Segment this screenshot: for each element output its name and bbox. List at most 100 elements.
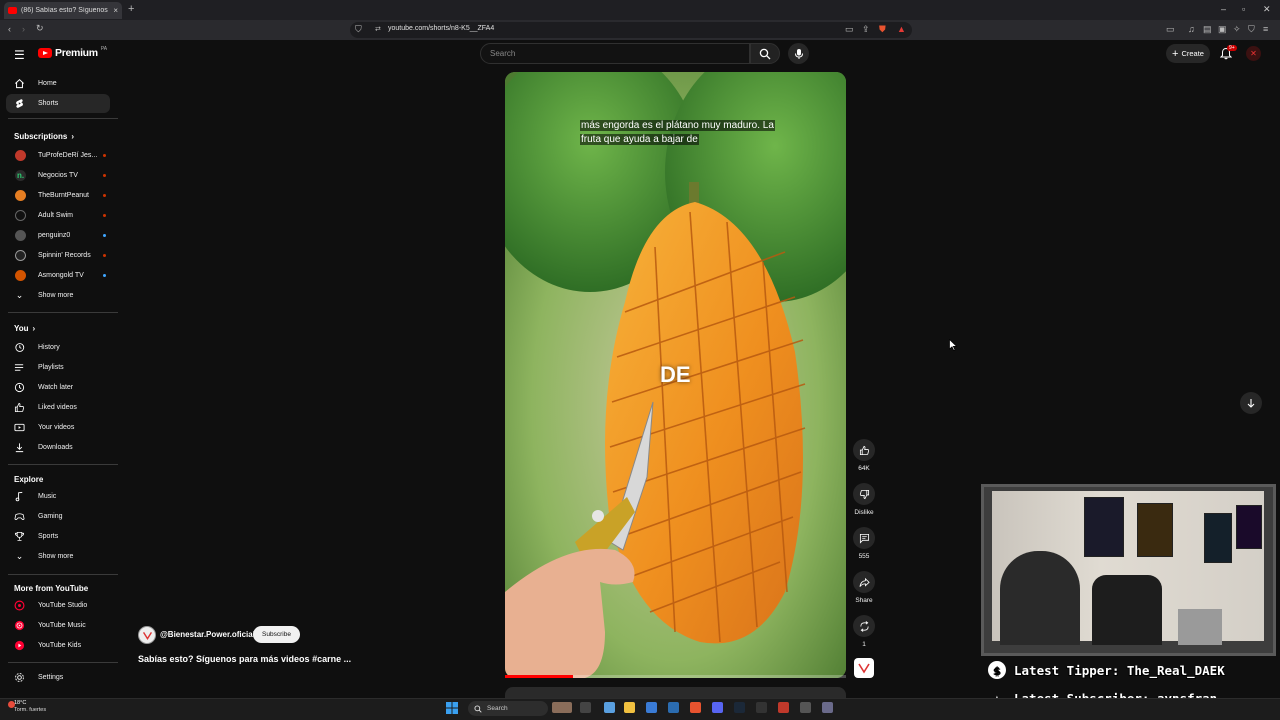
- share-page-icon[interactable]: ⇪: [862, 24, 870, 35]
- sidebar-item-youtube-kids[interactable]: YouTube Kids: [6, 636, 110, 655]
- task-view-icon[interactable]: [580, 702, 591, 713]
- file-explorer-icon[interactable]: [624, 702, 635, 713]
- trophy-icon: [14, 531, 25, 542]
- video-progress-bar[interactable]: [505, 675, 846, 678]
- app-icon[interactable]: [756, 702, 767, 713]
- media-icon[interactable]: ♫: [1188, 24, 1195, 34]
- you-header[interactable]: You ›: [14, 324, 35, 333]
- site-info-icon[interactable]: ⇄: [375, 25, 381, 33]
- steam-icon[interactable]: [734, 702, 745, 713]
- sidebar-item-youtube-music[interactable]: YouTube Music: [6, 616, 110, 635]
- vpn-icon[interactable]: ⛉: [1248, 24, 1255, 35]
- sidebar-item-liked-videos[interactable]: Liked videos: [6, 398, 110, 417]
- new-tab-button[interactable]: +: [128, 3, 134, 15]
- share-button[interactable]: [853, 571, 875, 593]
- app-icon[interactable]: [800, 702, 811, 713]
- thumbs-down-icon: [859, 489, 869, 499]
- app-icon[interactable]: [646, 702, 657, 713]
- sidebar-item-subscription[interactable]: Asmongold TV: [6, 266, 110, 285]
- minimize-icon[interactable]: –: [1221, 4, 1226, 14]
- search-button[interactable]: [750, 43, 780, 64]
- extensions-icon[interactable]: ✧: [1233, 24, 1241, 35]
- channel-avatar: [15, 210, 26, 221]
- sidebar-item-gaming[interactable]: Gaming: [6, 507, 110, 526]
- sidebar-item-your-videos[interactable]: Your videos: [6, 418, 110, 437]
- sidebar-item-subscription[interactable]: penguinz0: [6, 226, 110, 245]
- remix-button[interactable]: [853, 615, 875, 637]
- rewards-icon[interactable]: ▲: [897, 24, 906, 34]
- video-title[interactable]: Sabías esto? Síguenos para más videos #c…: [138, 654, 351, 664]
- sidebar-item-subscription[interactable]: TheBurntPeanut: [6, 186, 110, 205]
- channel-name[interactable]: @Bienestar.Power.oficial: [160, 630, 255, 639]
- tab-title: (86) Sabías esto? Síguenos pa: [21, 7, 110, 14]
- reload-icon[interactable]: ↻: [36, 23, 44, 34]
- forward-icon[interactable]: ›: [22, 24, 25, 34]
- sidebar-divider: [8, 312, 118, 313]
- bookmark-icon[interactable]: ⛉: [355, 24, 362, 35]
- reader-icon[interactable]: ▤: [1203, 24, 1212, 35]
- search-input[interactable]: [480, 43, 750, 64]
- url-text[interactable]: youtube.com/shorts/n8-K5__ZFA4: [388, 25, 494, 32]
- dislike-button[interactable]: [853, 483, 875, 505]
- subscribe-button[interactable]: Subscribe: [253, 626, 300, 643]
- comments-button[interactable]: [853, 527, 875, 549]
- sidebar-item-subscription[interactable]: n. Negocios TV: [6, 166, 110, 185]
- comment-count: 555: [858, 553, 870, 560]
- sidebar-item-youtube-studio[interactable]: YouTube Studio: [6, 596, 110, 615]
- app-icon[interactable]: [822, 702, 833, 713]
- wall-poster: [1236, 505, 1262, 549]
- liked-icon: [14, 402, 25, 413]
- windows-start-icon[interactable]: [446, 702, 458, 714]
- app-icon[interactable]: [604, 702, 615, 713]
- brave-browser-icon[interactable]: [690, 702, 701, 713]
- like-button[interactable]: [853, 439, 875, 461]
- app-icon[interactable]: [778, 702, 789, 713]
- sidebar-item-subscription[interactable]: Adult Swim: [6, 206, 110, 225]
- storage-drawers: [1178, 609, 1222, 645]
- share-icon: [859, 577, 870, 587]
- shorts-icon: [16, 99, 23, 108]
- voice-search-button[interactable]: [788, 43, 809, 64]
- browser-tab[interactable]: (86) Sabías esto? Síguenos pa ×: [4, 2, 122, 19]
- weather-widget[interactable]: 18°C Torm. fuertes: [14, 700, 46, 713]
- sidebar-item-history[interactable]: History: [6, 338, 110, 357]
- close-window-icon[interactable]: ✕: [1263, 4, 1271, 15]
- comment-icon: [859, 533, 869, 544]
- sidebar-item-settings[interactable]: Settings: [6, 668, 110, 687]
- show-more-subscriptions[interactable]: ⌄ Show more: [6, 286, 110, 305]
- tab-close-button[interactable]: ×: [113, 6, 118, 15]
- account-avatar[interactable]: ✕: [1246, 46, 1261, 61]
- dislike-label: Dislike: [854, 509, 874, 516]
- wallet-icon[interactable]: ▣: [1218, 24, 1227, 35]
- create-button[interactable]: + Create: [1166, 44, 1210, 63]
- cast-icon[interactable]: ▭: [845, 24, 854, 35]
- sidebar-item-shorts[interactable]: Shorts: [6, 94, 110, 113]
- youtube-premium-logo[interactable]: Premium PA: [38, 46, 107, 59]
- sidebar-item-subscription[interactable]: TuProfeDeRí Jes...: [6, 146, 110, 165]
- brave-shield-icon[interactable]: ⛊: [879, 24, 886, 35]
- next-video-button[interactable]: [1240, 392, 1262, 414]
- sidebar-item-music[interactable]: Music: [6, 487, 110, 506]
- sidebar-item-watch-later[interactable]: Watch later: [6, 378, 110, 397]
- show-more-explore[interactable]: ⌄ Show more: [6, 547, 110, 566]
- app-icon[interactable]: [668, 702, 679, 713]
- sidebar-item-playlists[interactable]: Playlists: [6, 358, 110, 377]
- sidebar-item-subscription[interactable]: Spinnin' Records: [6, 246, 110, 265]
- discord-icon[interactable]: [712, 702, 723, 713]
- menu-icon[interactable]: ≡: [1263, 24, 1268, 34]
- sidebar-item-sports[interactable]: Sports: [6, 527, 110, 546]
- sidebar-item-downloads[interactable]: Downloads: [6, 438, 110, 457]
- sidebar-item-home[interactable]: Home: [6, 74, 110, 93]
- sidebar-toggle-icon[interactable]: ▭: [1166, 24, 1175, 35]
- hamburger-menu-icon[interactable]: ☰: [14, 48, 25, 62]
- sound-avatar[interactable]: [854, 658, 874, 678]
- taskbar-widget-icon[interactable]: [552, 702, 572, 713]
- subscriptions-header[interactable]: Subscriptions ›: [14, 132, 74, 141]
- search-icon: [474, 704, 482, 713]
- playlists-icon: [14, 364, 24, 371]
- taskbar-search[interactable]: Search: [468, 701, 548, 716]
- back-icon[interactable]: ‹: [8, 24, 11, 34]
- maximize-icon[interactable]: ▫: [1242, 4, 1245, 14]
- channel-avatar[interactable]: [138, 626, 156, 644]
- sidebar-divider: [8, 464, 118, 465]
